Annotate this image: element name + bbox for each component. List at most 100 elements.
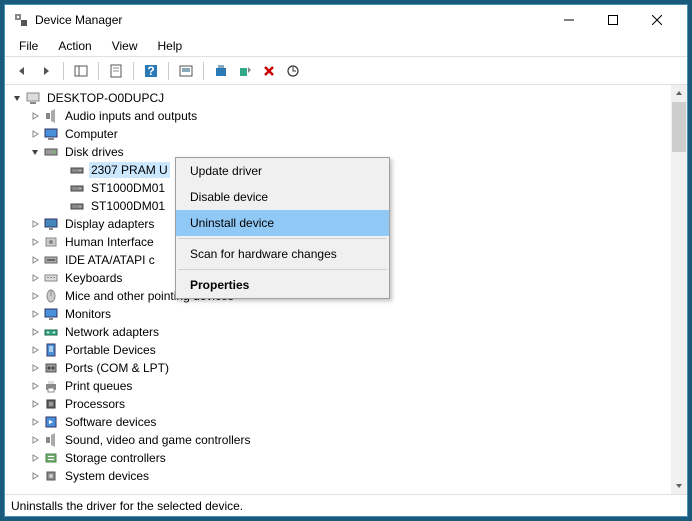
maximize-button[interactable] [591,6,635,34]
drive-icon [69,180,85,196]
chevron-right-icon[interactable] [27,108,43,124]
tree-node-label: Storage controllers [63,450,168,466]
device-action-button[interactable] [175,60,197,82]
tree-node-label: System devices [63,468,151,484]
menu-view[interactable]: View [104,37,146,55]
content-area: DESKTOP-O0DUPCJ Audio inputs and outputs… [5,85,687,494]
tree-node-label: Disk drives [63,144,126,160]
close-button[interactable] [635,6,679,34]
tree-node-label: Keyboards [63,270,124,286]
chevron-right-icon[interactable] [27,342,43,358]
menu-file[interactable]: File [11,37,46,55]
statusbar: Uninstalls the driver for the selected d… [5,494,687,516]
ide-icon [43,252,59,268]
tree-node[interactable]: Ports (COM & LPT) [7,359,669,377]
print-icon [43,378,59,394]
chevron-down-icon[interactable] [27,144,43,160]
toolbar-separator [98,62,99,80]
context-menu-item[interactable]: Scan for hardware changes [176,241,389,267]
disk-icon [43,144,59,160]
scroll-up-button[interactable] [671,85,687,101]
scan-hardware-button[interactable] [282,60,304,82]
chevron-down-icon[interactable] [9,90,25,106]
help-button[interactable]: ? [140,60,162,82]
chevron-right-icon[interactable] [27,378,43,394]
chevron-right-icon[interactable] [27,432,43,448]
portable-icon [43,342,59,358]
window-controls [547,6,679,34]
back-button[interactable] [11,60,33,82]
minimize-button[interactable] [547,6,591,34]
tree-node[interactable]: Print queues [7,377,669,395]
properties-button[interactable] [105,60,127,82]
chevron-right-icon[interactable] [27,414,43,430]
device-manager-window: Device Manager File Action View Help ? [4,4,688,517]
scroll-thumb[interactable] [672,102,686,152]
tree-node-label: Processors [63,396,127,412]
chevron-right-icon[interactable] [27,216,43,232]
spacer [53,180,69,196]
menu-help[interactable]: Help [150,37,191,55]
display-icon [43,216,59,232]
tree-node[interactable]: System devices [7,467,669,485]
menubar: File Action View Help [5,35,687,57]
chevron-right-icon[interactable] [27,252,43,268]
tree-node-label: DESKTOP-O0DUPCJ [45,90,166,106]
vertical-scrollbar[interactable] [671,85,687,494]
context-menu-item[interactable]: Update driver [176,158,389,184]
forward-button[interactable] [35,60,57,82]
drive-icon [69,198,85,214]
tree-node[interactable]: Sound, video and game controllers [7,431,669,449]
computer-icon [43,126,59,142]
computer-icon [25,90,41,106]
titlebar: Device Manager [5,5,687,35]
chevron-right-icon[interactable] [27,234,43,250]
toolbar-separator [168,62,169,80]
show-hide-console-tree-button[interactable] [70,60,92,82]
toolbar-separator [203,62,204,80]
tree-node[interactable]: Storage controllers [7,449,669,467]
tree-node-label: Print queues [63,378,134,394]
tree-node-label: Network adapters [63,324,161,340]
chevron-right-icon[interactable] [27,126,43,142]
context-menu-item[interactable]: Uninstall device [176,210,389,236]
tree-node[interactable]: Processors [7,395,669,413]
context-menu-item[interactable]: Disable device [176,184,389,210]
update-driver-button[interactable] [210,60,232,82]
hid-icon [43,234,59,250]
port-icon [43,360,59,376]
tree-node[interactable]: Computer [7,125,669,143]
chevron-right-icon[interactable] [27,468,43,484]
tree-node[interactable]: Software devices [7,413,669,431]
tree-node-label: ST1000DM01 [89,198,167,214]
context-menu-item[interactable]: Properties [176,272,389,298]
scroll-down-button[interactable] [671,478,687,494]
software-icon [43,414,59,430]
svg-text:?: ? [147,64,154,78]
tree-node[interactable]: Audio inputs and outputs [7,107,669,125]
chevron-right-icon[interactable] [27,288,43,304]
chevron-right-icon[interactable] [27,450,43,466]
tree-node[interactable]: Monitors [7,305,669,323]
spacer [53,198,69,214]
spacer [53,162,69,178]
chevron-right-icon[interactable] [27,360,43,376]
chevron-right-icon[interactable] [27,324,43,340]
disable-device-button[interactable] [234,60,256,82]
processor-icon [43,396,59,412]
status-text: Uninstalls the driver for the selected d… [11,499,243,513]
chevron-right-icon[interactable] [27,270,43,286]
device-tree[interactable]: DESKTOP-O0DUPCJ Audio inputs and outputs… [5,85,671,494]
tree-node-label: Ports (COM & LPT) [63,360,171,376]
tree-root[interactable]: DESKTOP-O0DUPCJ [7,89,669,107]
tree-node[interactable]: Portable Devices [7,341,669,359]
chevron-right-icon[interactable] [27,396,43,412]
tree-node-label: Human Interface [63,234,156,250]
chevron-right-icon[interactable] [27,306,43,322]
storage-icon [43,450,59,466]
tree-node[interactable]: Network adapters [7,323,669,341]
uninstall-device-button[interactable] [258,60,280,82]
sound-icon [43,432,59,448]
menu-action[interactable]: Action [50,37,99,55]
context-menu-separator [178,269,387,270]
